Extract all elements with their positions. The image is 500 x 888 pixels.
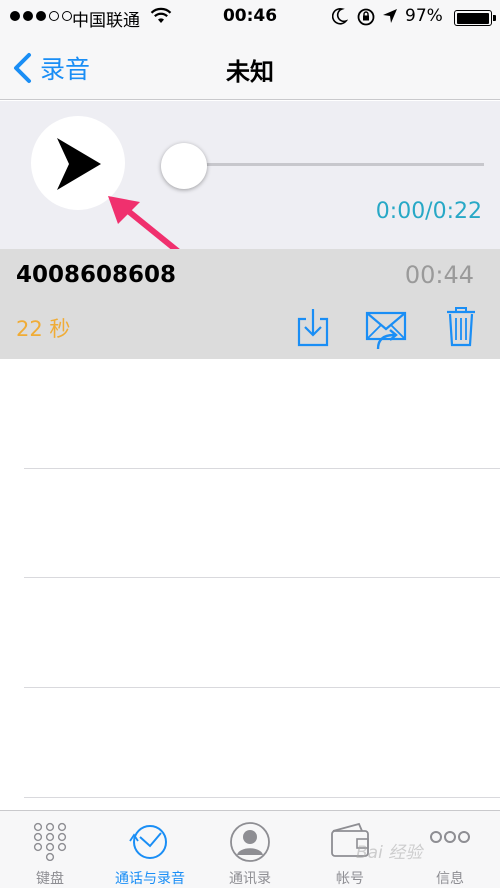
recording-duration: 22 秒 [16, 317, 71, 341]
list-divider [24, 468, 500, 469]
playback-time: 0:00/0:22 [375, 199, 482, 224]
save-download-icon[interactable] [296, 307, 330, 347]
recording-time: 00:44 [404, 261, 474, 289]
navigation-bar: 录音 未知 [0, 34, 500, 100]
list-divider [24, 797, 500, 798]
tab-label: 通讯录 [229, 871, 271, 887]
keypad-icon [33, 822, 67, 861]
rotation-lock-icon [357, 8, 375, 26]
tab-bar: 键盘 通话与录音 通讯录 帐号 信息 [0, 810, 500, 888]
tab-label: 通话与录音 [115, 871, 185, 887]
trash-icon[interactable] [445, 305, 477, 347]
battery-icon [454, 10, 496, 26]
playback-slider-thumb[interactable] [161, 143, 207, 189]
tab-contacts[interactable]: 通讯录 [200, 811, 300, 888]
tab-recents[interactable]: 通话与录音 [100, 811, 200, 888]
playback-slider-track[interactable] [186, 163, 484, 166]
contacts-icon [230, 822, 270, 862]
tab-label: 键盘 [36, 871, 64, 887]
page-title: 未知 [226, 58, 274, 86]
more-icon [430, 831, 470, 843]
battery-percentage: 97% [405, 6, 443, 26]
recording-item[interactable]: 4008608608 00:44 22 秒 [0, 249, 500, 359]
watermark: Bai 经验 [356, 843, 423, 863]
do-not-disturb-moon-icon [332, 7, 348, 25]
tab-label: 帐号 [336, 871, 364, 887]
list-divider [24, 687, 500, 688]
status-bar: 中国联通 00:46 97% [0, 0, 500, 34]
tab-label: 信息 [436, 871, 464, 887]
location-arrow-icon [383, 9, 397, 23]
recents-clock-icon [129, 825, 167, 859]
share-mail-icon[interactable] [364, 307, 408, 351]
tab-keypad[interactable]: 键盘 [0, 811, 100, 888]
play-icon [57, 138, 101, 190]
audio-player: 0:00/0:22 [0, 101, 500, 249]
list-divider [24, 577, 500, 578]
recording-phone-number: 4008608608 [16, 262, 177, 288]
